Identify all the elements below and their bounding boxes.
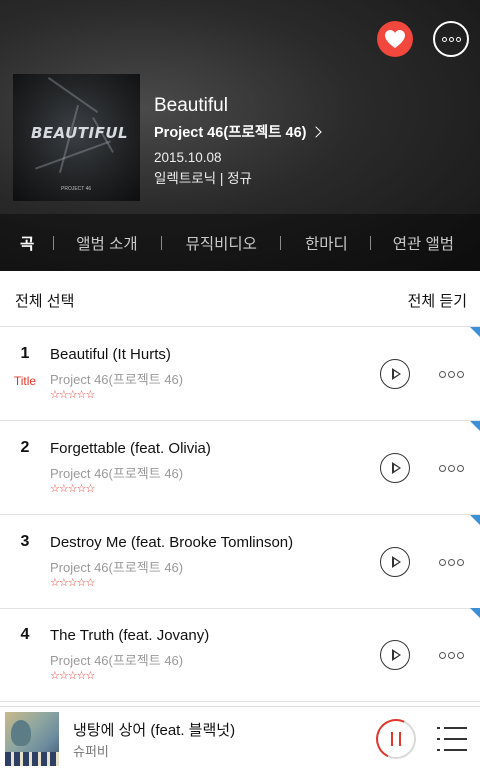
more-options-button[interactable]: [433, 21, 469, 57]
play-icon: [393, 651, 399, 658]
tab-comments[interactable]: 한마디: [305, 232, 348, 254]
now-playing-artist: 슈퍼비: [73, 744, 109, 759]
rating-stars[interactable]: ☆☆☆☆☆: [50, 669, 95, 682]
song-more-button[interactable]: [439, 559, 464, 566]
artist-name: Project 46(프로젝트 46): [154, 125, 307, 141]
like-button[interactable]: [377, 21, 413, 57]
tab-album-intro[interactable]: 앨범 소개: [76, 232, 137, 254]
tab-separator: [279, 235, 281, 250]
play-all-button[interactable]: 전체 듣기: [408, 290, 467, 311]
song-more-button[interactable]: [439, 652, 464, 659]
chevron-right-icon: [309, 125, 322, 138]
song-row[interactable]: 4 The Truth (feat. Jovany) Project 46(프로…: [0, 608, 480, 702]
song-artist: Project 46(프로젝트 46): [50, 466, 184, 481]
album-cover[interactable]: BEAUTIFUL PROJECT 46: [13, 74, 140, 201]
song-artist: Project 46(프로젝트 46): [50, 653, 184, 668]
song-artist: Project 46(프로젝트 46): [50, 560, 184, 575]
pause-button[interactable]: [370, 713, 422, 765]
song-list-toolbar: 전체 선택 전체 듣기: [0, 271, 480, 327]
play-button[interactable]: [380, 359, 410, 389]
track-number: 4: [20, 626, 30, 643]
play-icon: [393, 464, 399, 471]
mini-player[interactable]: 냉탕에 상어 (feat. 블랙넛) 슈퍼비: [0, 706, 480, 770]
pause-icon: [391, 732, 393, 746]
corner-marker: [470, 421, 480, 431]
select-all-button[interactable]: 전체 선택: [15, 290, 74, 311]
more-dots-icon: [439, 652, 446, 659]
cover-art-sub: PROJECT 46: [61, 186, 92, 192]
album-title: Beautiful: [154, 95, 228, 116]
more-dots-icon: [439, 371, 446, 378]
play-icon: [393, 558, 399, 565]
song-title: Beautiful (It Hurts): [50, 346, 171, 363]
tab-music-video[interactable]: 뮤직비디오: [186, 232, 257, 254]
song-title: Destroy Me (feat. Brooke Tomlinson): [50, 534, 294, 551]
now-playing-title: 냉탕에 상어 (feat. 블랙넛): [73, 722, 236, 739]
cover-art-title: BEAUTIFUL: [31, 124, 129, 142]
song-title: Forgettable (feat. Olivia): [50, 440, 211, 457]
song-title: The Truth (feat. Jovany): [50, 627, 210, 644]
song-row[interactable]: 2 Forgettable (feat. Olivia) Project 46(…: [0, 421, 480, 515]
track-number: 1: [20, 345, 30, 362]
song-row[interactable]: 3 Destroy Me (feat. Brooke Tomlinson) Pr…: [0, 515, 480, 609]
play-button[interactable]: [380, 453, 410, 483]
artist-link[interactable]: Project 46(프로젝트 46): [154, 121, 322, 142]
more-dots-icon: [439, 559, 446, 566]
playlist-icon: [437, 727, 467, 729]
title-track-badge: Title: [13, 374, 37, 388]
song-more-button[interactable]: [439, 371, 464, 378]
now-playing-cover[interactable]: [5, 712, 59, 766]
play-icon: [393, 370, 399, 377]
playlist-button[interactable]: [437, 727, 467, 751]
release-date: 2015.10.08: [154, 150, 222, 165]
corner-marker: [470, 608, 480, 618]
tab-related-albums[interactable]: 연관 앨범: [393, 232, 454, 254]
play-button[interactable]: [380, 547, 410, 577]
track-number: 3: [20, 533, 30, 550]
rating-stars[interactable]: ☆☆☆☆☆: [50, 388, 95, 401]
progress-ring: [370, 713, 422, 765]
corner-marker: [470, 327, 480, 337]
tab-separator: [160, 235, 162, 250]
album-header: BEAUTIFUL PROJECT 46 Beautiful Project 4…: [0, 0, 480, 271]
rating-stars[interactable]: ☆☆☆☆☆: [50, 576, 95, 589]
tab-songs[interactable]: 곡: [20, 232, 34, 254]
song-more-button[interactable]: [439, 465, 464, 472]
tab-separator: [369, 235, 371, 250]
track-number: 2: [20, 439, 30, 456]
album-tabs: 곡 앨범 소개 뮤직비디오 한마디 연관 앨범: [0, 214, 480, 271]
corner-marker: [470, 515, 480, 525]
tab-separator: [53, 235, 55, 250]
heart-icon: [385, 30, 405, 48]
genre-type: 일렉트로닉 | 정규: [154, 171, 252, 186]
play-button[interactable]: [380, 640, 410, 670]
song-artist: Project 46(프로젝트 46): [50, 372, 184, 387]
song-row[interactable]: 1 Title Beautiful (It Hurts) Project 46(…: [0, 327, 480, 421]
more-dots-icon: [441, 36, 447, 42]
rating-stars[interactable]: ☆☆☆☆☆: [50, 482, 95, 495]
more-dots-icon: [439, 465, 446, 472]
